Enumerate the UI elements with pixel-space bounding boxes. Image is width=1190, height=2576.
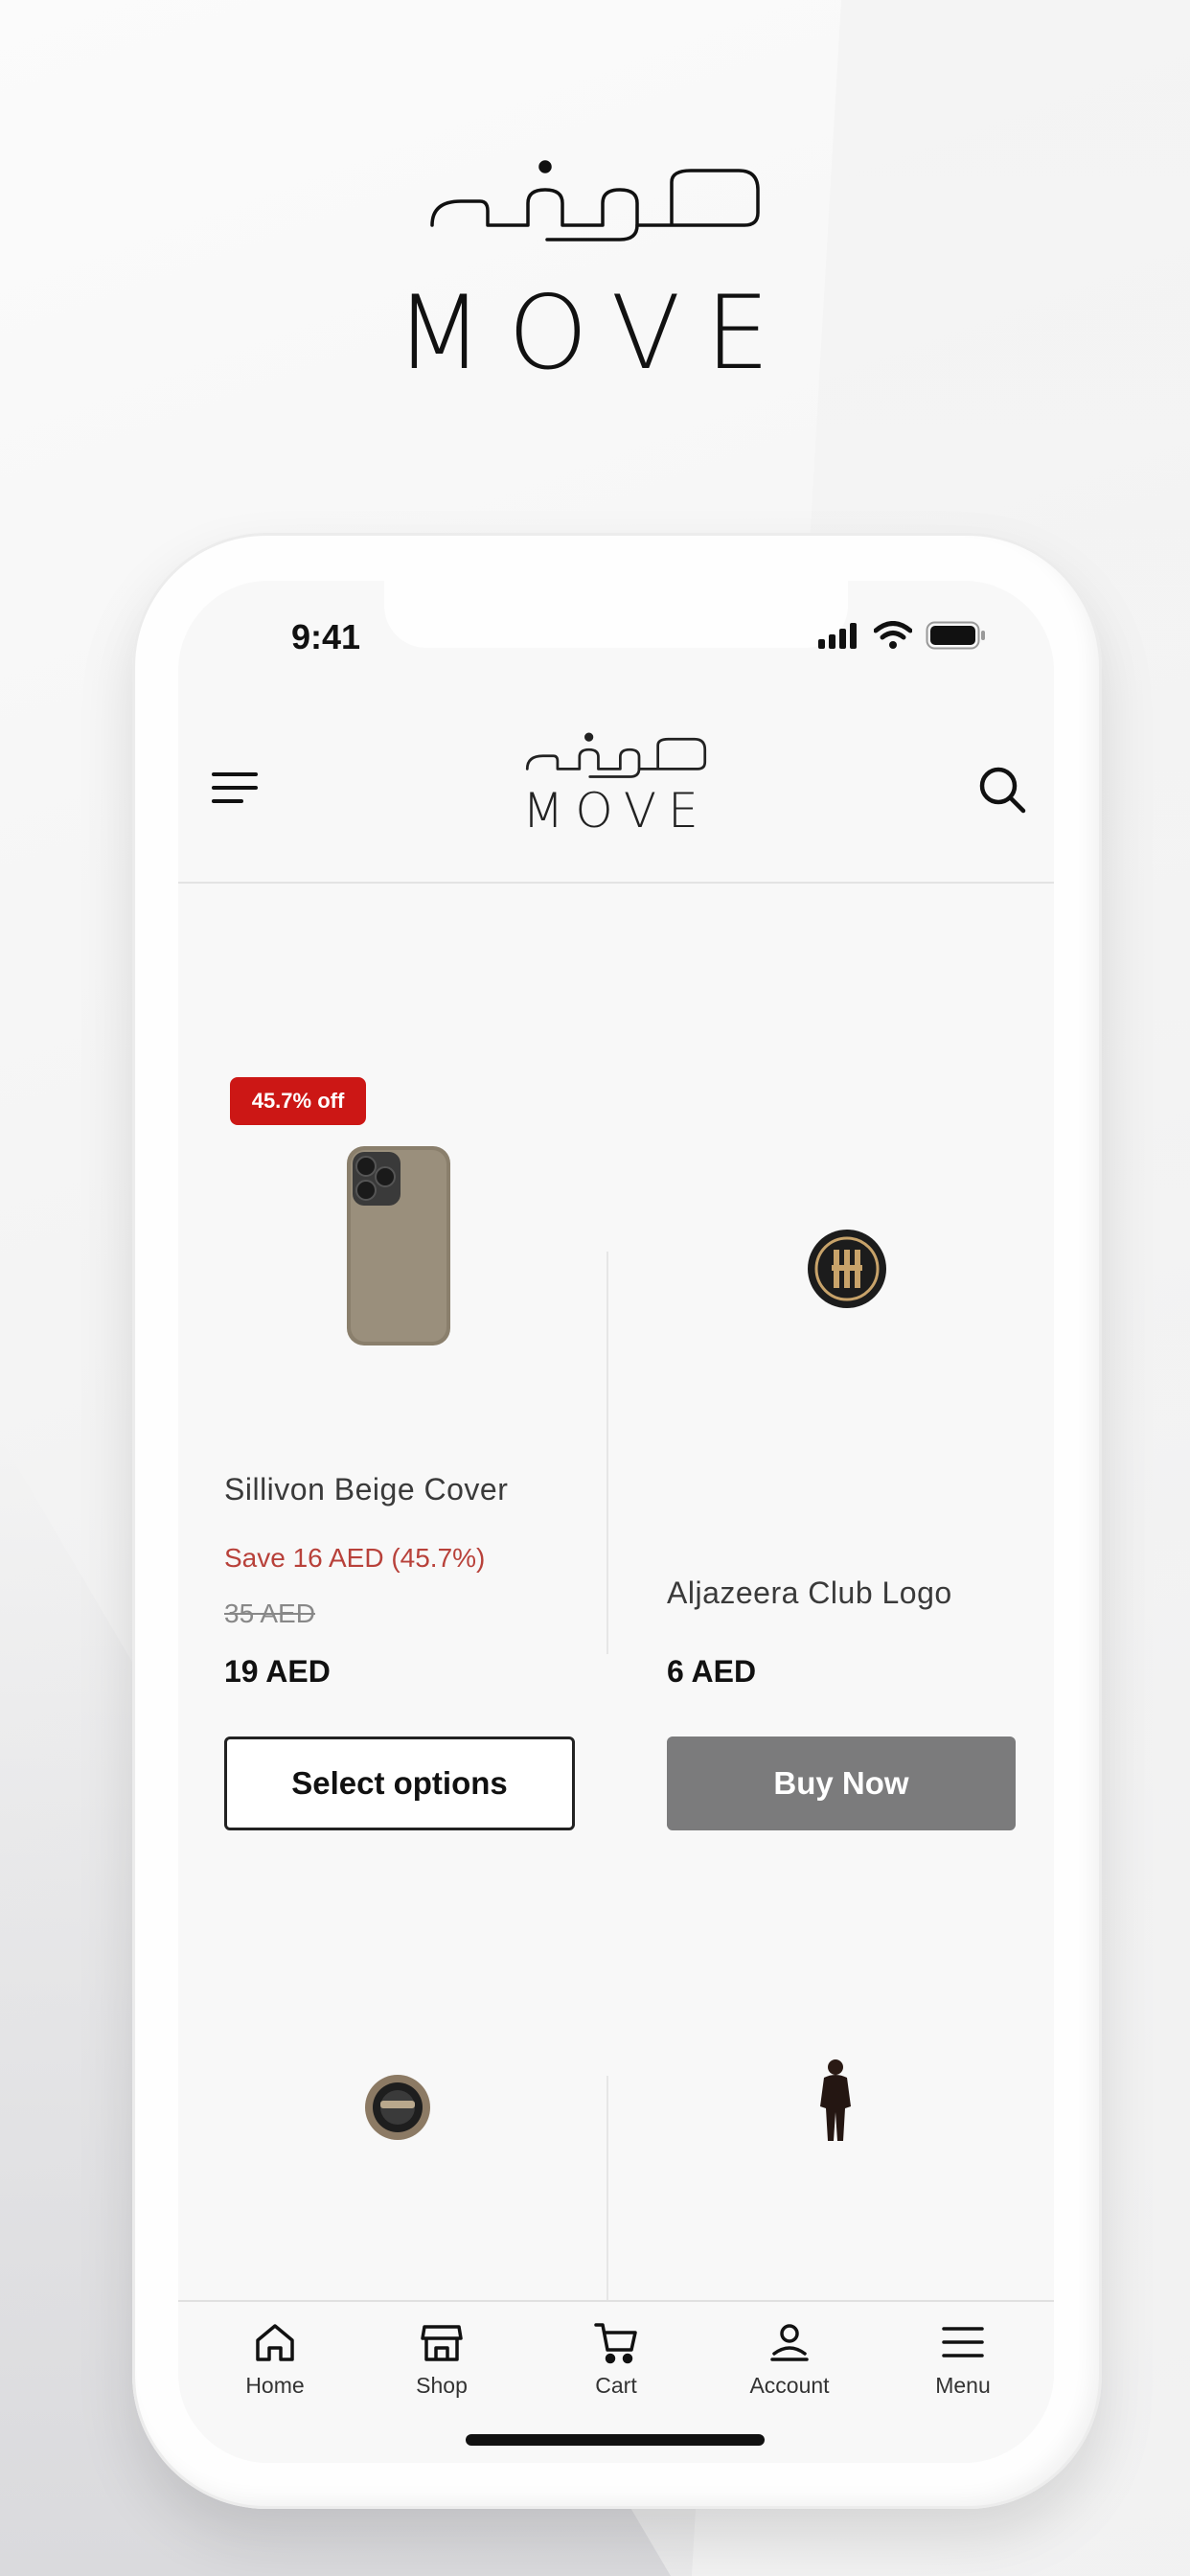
brand-logo-arabic xyxy=(0,144,1190,254)
product-name[interactable]: Aljazeera Club Logo xyxy=(667,1576,952,1611)
product-image-figure[interactable] xyxy=(816,2058,855,2148)
select-options-button[interactable]: Select options xyxy=(224,1736,575,1830)
search-icon[interactable] xyxy=(977,765,1027,815)
column-divider xyxy=(606,1252,608,1654)
product-price: 19 AED xyxy=(224,1654,331,1689)
menu-icon xyxy=(942,2327,984,2358)
product-image-club-badge[interactable] xyxy=(364,2074,431,2146)
status-time: 9:41 xyxy=(291,617,361,656)
header-logo[interactable]: MOVE xyxy=(178,724,1054,839)
shop-icon xyxy=(421,2325,463,2361)
phone-notch xyxy=(384,581,848,648)
account-icon xyxy=(770,2324,809,2361)
tab-label: Account xyxy=(749,2373,830,2398)
tab-label: Menu xyxy=(935,2373,991,2398)
product-save-text: Save 16 AED (45.7%) xyxy=(224,1543,486,1573)
header-logo-text: MOVE xyxy=(522,783,710,839)
tab-menu[interactable]: Menu xyxy=(891,2319,1035,2399)
buy-now-button[interactable]: Buy Now xyxy=(667,1736,1016,1830)
battery-icon xyxy=(926,621,985,650)
product-image-phone-case[interactable] xyxy=(345,1144,452,1352)
product-old-price: 35 AED xyxy=(224,1598,315,1628)
tab-shop[interactable]: Shop xyxy=(370,2319,514,2399)
product-price: 6 AED xyxy=(667,1654,757,1689)
signal-icon xyxy=(818,623,857,649)
tab-account[interactable]: Account xyxy=(718,2319,861,2399)
phone-screen: 9:41 MOVE 45.7% off Sillivon Beige Cover… xyxy=(178,581,1054,2463)
cart-icon xyxy=(594,2323,637,2364)
product-image-club-logo[interactable] xyxy=(807,1229,887,1314)
home-icon xyxy=(256,2324,294,2361)
wifi-icon xyxy=(874,621,912,649)
tab-home[interactable]: Home xyxy=(203,2319,347,2399)
brand-logo-text: MOVE xyxy=(395,274,795,392)
tab-cart[interactable]: Cart xyxy=(544,2319,688,2399)
home-indicator[interactable] xyxy=(466,2434,765,2446)
app-header: MOVE xyxy=(178,724,1054,884)
tab-label: Cart xyxy=(595,2373,637,2398)
tab-label: Home xyxy=(245,2373,305,2398)
tab-label: Shop xyxy=(416,2373,468,2398)
status-icons xyxy=(818,621,987,650)
column-divider xyxy=(606,2076,608,2302)
product-name[interactable]: Sillivon Beige Cover xyxy=(224,1472,508,1507)
discount-badge: 45.7% off xyxy=(230,1077,366,1125)
header-logo-arabic xyxy=(178,724,1054,787)
